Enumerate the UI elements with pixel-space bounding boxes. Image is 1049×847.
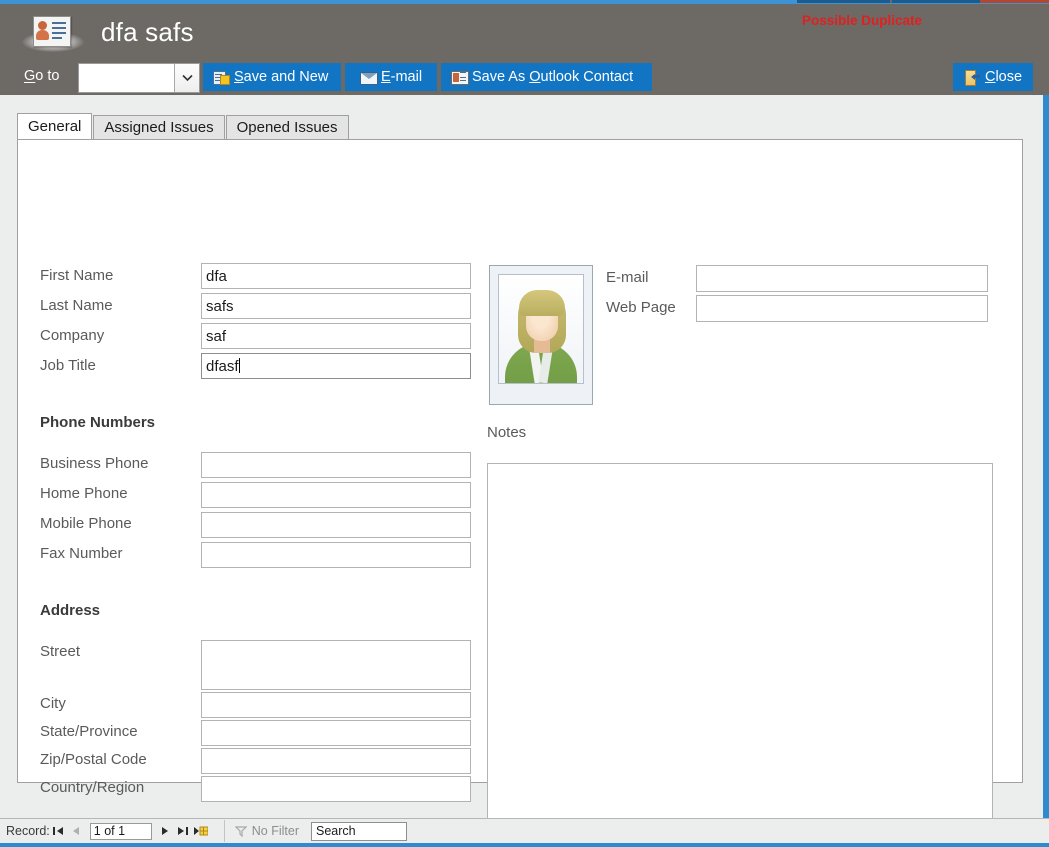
fax-number-input[interactable] [201,542,471,568]
save-and-new-button-label: Save and New [234,69,329,85]
company-label: Company [40,327,105,344]
e-mail-label: E-mail [606,269,649,286]
contact-photo-frame[interactable] [489,265,593,405]
icon-card [33,16,71,47]
new-record-icon[interactable] [192,821,210,841]
contact-photo-image[interactable] [498,274,584,384]
bottom-edge-accent [0,843,1049,847]
state-province-input[interactable] [201,720,471,746]
fax-number-label: Fax Number [40,545,123,562]
mobile-phone-label: Mobile Phone [40,515,132,532]
chevron-down-icon[interactable] [174,64,199,92]
save-as-outlook-contact-button[interactable]: Save As Outlook Contact [441,63,652,91]
filter-icon [234,825,247,837]
save-as-outlook-contact-button-label: Save As Outlook Contact [472,69,634,85]
record-navigation-bar: Record: 1 of 1 No Filter Search [0,818,1049,843]
record-position-input[interactable]: 1 of 1 [89,822,152,840]
first-name-label: First Name [40,267,114,284]
business-phone-label: Business Phone [40,455,149,472]
photo-hair-top [519,290,565,316]
filter-status-label: No Filter [251,824,300,838]
web-page-label: Web Page [606,299,676,316]
home-phone-input[interactable] [201,482,471,508]
accent-segment-red [980,0,1049,3]
zip-postal-code-input[interactable] [201,748,471,774]
previous-record-icon[interactable] [68,821,86,841]
phone-numbers-heading: Phone Numbers [40,414,156,431]
notes-label: Notes [487,424,527,441]
icon-line [52,32,66,34]
country-region-label: Country/Region [40,779,145,796]
tab-strip: General Assigned Issues Opened Issues [17,113,350,140]
address-heading: Address [40,602,101,619]
street-label: Street [40,643,81,660]
save-new-icon [213,70,230,85]
last-name-label: Last Name [40,297,113,314]
record-label: Record: [6,824,50,838]
city-label: City [40,695,66,712]
goto-combobox-value[interactable] [79,64,174,92]
job-title-input-value: dfasf [206,358,239,375]
first-record-icon[interactable] [50,821,68,841]
outlook-contact-icon [451,70,469,85]
state-province-label: State/Province [40,723,138,740]
form-body: General Assigned Issues Opened Issues Fi… [0,95,1043,837]
save-and-new-button[interactable]: Save and New [203,63,341,91]
text-caret [238,358,240,373]
email-button-label: E-mail [380,69,423,85]
accent-segment-gap [890,0,892,3]
web-page-input[interactable] [696,295,988,322]
business-phone-input[interactable] [201,452,471,478]
last-record-icon[interactable] [174,821,192,841]
accent-segment-dark [797,0,980,3]
duplicate-warning-label: Possible Duplicate [802,13,923,28]
icon-line [52,27,66,29]
tab-opened-issues[interactable]: Opened Issues [225,115,349,140]
goto-combobox[interactable] [78,63,200,93]
icon-person-head [38,21,47,30]
contact-card-icon [18,12,84,54]
filter-status-group[interactable]: No Filter [223,820,300,842]
tab-general[interactable]: General [17,113,93,140]
last-name-input[interactable]: safs [201,293,471,319]
form-header-band: dfa safs Possible Duplicate Go to Save a… [0,4,1049,95]
goto-label: Go to [24,68,60,84]
email-button[interactable]: E-mail [345,63,437,91]
page-title: dfa safs [101,17,194,47]
icon-line [52,22,66,24]
zip-postal-code-label: Zip/Postal Code [40,751,147,768]
icon-line [52,37,62,39]
envelope-icon [359,70,378,85]
icon-person-body [36,30,49,40]
city-input[interactable] [201,692,471,718]
close-door-icon [964,70,981,86]
close-button[interactable]: Close [953,63,1033,91]
close-button-label: Close [984,69,1023,85]
notes-input[interactable] [487,463,993,837]
mobile-phone-input[interactable] [201,512,471,538]
search-input[interactable]: Search [311,821,408,841]
job-title-label: Job Title [40,357,96,374]
country-region-input[interactable] [201,776,471,802]
home-phone-label: Home Phone [40,485,128,502]
street-input[interactable] [201,640,471,690]
tab-assigned-issues[interactable]: Assigned Issues [93,115,225,140]
first-name-input[interactable]: dfa [201,263,471,289]
company-input[interactable]: saf [201,323,471,349]
e-mail-input[interactable] [696,265,988,292]
job-title-input[interactable]: dfasf [201,353,471,379]
right-edge-accent [1043,95,1049,818]
next-record-icon[interactable] [156,821,174,841]
